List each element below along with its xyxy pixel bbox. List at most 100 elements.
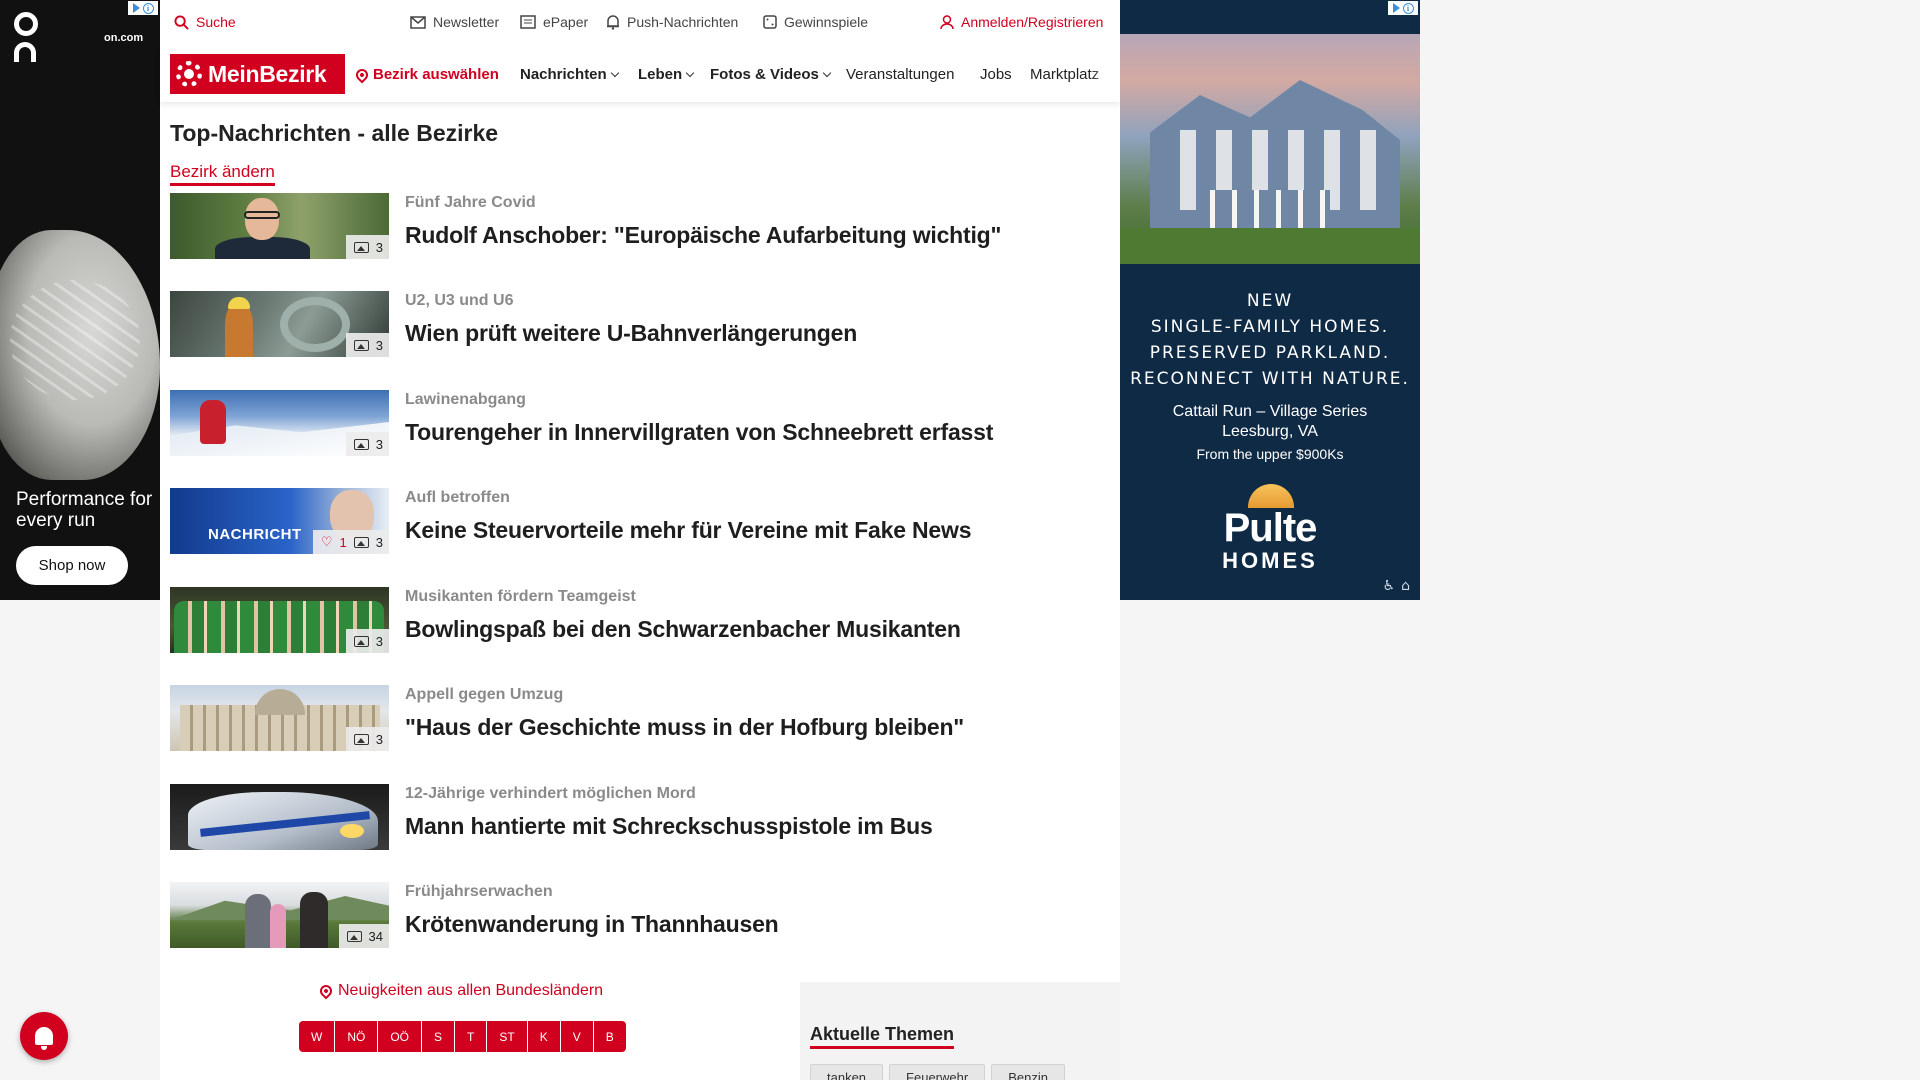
- article-headline[interactable]: Bowlingspaß bei den Schwarzenbacher Musi…: [405, 616, 961, 643]
- house-porch: [1210, 190, 1330, 230]
- photo-count-badge: 3: [345, 727, 389, 751]
- article-item[interactable]: 3 Fünf Jahre Covid Rudolf Anschober: "Eu…: [170, 193, 1100, 259]
- games-link[interactable]: Gewinnspiele: [763, 14, 868, 30]
- state-button-w[interactable]: W: [299, 1021, 336, 1052]
- ad-price: From the upper $900Ks: [1196, 446, 1344, 462]
- top-utility-bar: Suche Newsletter ePaper Push-Nachrichten…: [160, 0, 1120, 46]
- topic-tag[interactable]: tanken: [810, 1064, 884, 1080]
- nav-item-label: Jobs: [980, 66, 1012, 83]
- push-notifications-link[interactable]: Push-Nachrichten: [606, 14, 738, 30]
- article-item[interactable]: 12-Jährige verhindert möglichen Mord Man…: [170, 784, 1100, 850]
- state-button-st[interactable]: ST: [487, 1021, 528, 1052]
- newsletter-link[interactable]: Newsletter: [410, 14, 499, 30]
- search-link[interactable]: Suche: [174, 14, 236, 30]
- nav-item-label: Veranstaltungen: [846, 66, 955, 83]
- epaper-link[interactable]: ePaper: [520, 14, 588, 30]
- nav-item-jobs[interactable]: Jobs: [980, 66, 1012, 83]
- shop-now-button[interactable]: Shop now: [16, 546, 128, 585]
- brand-logo[interactable]: MeinBezirk: [170, 54, 345, 94]
- gallery-icon: [346, 930, 362, 942]
- current-topics-panel: Aktuelle Themen tanken Feuerwehr Benzin: [800, 982, 1120, 1080]
- notification-bell-button[interactable]: [20, 1012, 68, 1060]
- newspaper-icon: [520, 15, 536, 29]
- article-kicker: Frühjahrserwachen: [405, 883, 553, 900]
- article-kicker: 12-Jährige verhindert möglichen Mord: [405, 785, 696, 802]
- bell-icon: [607, 14, 619, 30]
- state-button-k[interactable]: K: [528, 1021, 561, 1052]
- gallery-icon: [353, 536, 369, 548]
- ad-choices-icon[interactable]: i: [1388, 1, 1418, 15]
- article-headline[interactable]: Wien prüft weitere U-Bahnverlängerungen: [405, 320, 857, 347]
- nav-item-veranstaltungen[interactable]: Veranstaltungen: [846, 66, 954, 83]
- nav-fade: [1090, 46, 1120, 102]
- nav-item-leben[interactable]: Leben: [638, 66, 695, 83]
- article-headline[interactable]: Rudolf Anschober: "Europäische Aufarbeit…: [405, 222, 1001, 249]
- newsletter-label: Newsletter: [433, 14, 500, 30]
- gallery-icon: [353, 438, 369, 450]
- article-item[interactable]: 3 Appell gegen Umzug "Haus der Geschicht…: [170, 685, 1100, 751]
- photo-count: 3: [375, 534, 383, 550]
- photo-count-badge: 3: [345, 235, 389, 259]
- article-thumbnail[interactable]: 3: [170, 587, 389, 653]
- ad-project-name: Cattail Run – Village Series: [1172, 403, 1368, 420]
- mail-icon: [410, 15, 426, 29]
- state-button-v[interactable]: V: [561, 1021, 594, 1052]
- epaper-label: ePaper: [543, 14, 589, 30]
- article-thumbnail[interactable]: 3: [170, 390, 389, 456]
- nav-item-label: Nachrichten: [520, 66, 607, 83]
- district-select-label: Bezirk auswählen: [373, 66, 499, 83]
- district-select[interactable]: Bezirk auswählen: [353, 66, 499, 83]
- games-label: Gewinnspiele: [784, 14, 869, 30]
- article-headline[interactable]: Mann hantierte mit Schreckschusspistole …: [405, 813, 933, 840]
- article-headline[interactable]: Krötenwanderung in Thannhausen: [405, 911, 779, 938]
- article-kicker: Fünf Jahre Covid: [405, 194, 536, 211]
- article-thumbnail[interactable]: 3: [170, 193, 389, 259]
- article-thumbnail[interactable]: [170, 784, 389, 850]
- nav-item-fotos-videos[interactable]: Fotos & Videos: [710, 66, 832, 83]
- state-button-t[interactable]: T: [455, 1021, 488, 1052]
- article-thumbnail[interactable]: 3: [170, 685, 389, 751]
- ad-copy-line: PRESERVED PARKLAND.: [1149, 343, 1391, 363]
- left-ad-banner[interactable]: on.com i Performance for every run Shop …: [0, 0, 160, 600]
- login-link[interactable]: Anmelden/Registrieren: [940, 14, 1103, 30]
- nav-item-nachrichten[interactable]: Nachrichten: [520, 66, 619, 83]
- photo-count: 3: [375, 731, 383, 747]
- right-ad-banner[interactable]: i NEW SINGLE-FAMILY HOMES. PRESERVED PAR…: [1120, 0, 1420, 600]
- all-states-news-link[interactable]: Neuigkeiten aus allen Bundesländern: [317, 982, 603, 1000]
- state-button-b[interactable]: B: [594, 1021, 626, 1052]
- article-headline[interactable]: "Haus der Geschichte muss in der Hofburg…: [405, 714, 964, 741]
- photo-count-badge: 3: [345, 432, 389, 456]
- article-item[interactable]: 34 Frühjahrserwachen Krötenwanderung in …: [170, 882, 1100, 948]
- topic-tag[interactable]: Benzin: [991, 1064, 1065, 1080]
- photo-count-badge: 3: [345, 333, 389, 357]
- article-headline[interactable]: Keine Steuervorteile mehr für Vereine mi…: [405, 517, 972, 544]
- ad-copy-line: NEW: [1246, 291, 1294, 311]
- topic-tag[interactable]: Feuerwehr: [889, 1064, 986, 1080]
- article-item[interactable]: 3 Lawinenabgang Tourengeher in Innervill…: [170, 390, 1100, 456]
- nav-item-marktplatz[interactable]: Marktplatz: [1030, 66, 1099, 83]
- chevron-down-icon: [822, 68, 832, 77]
- push-label: Push-Nachrichten: [627, 14, 739, 30]
- ad-copy-line: SINGLE-FAMILY HOMES.: [1150, 317, 1390, 337]
- photo-count-badge: 34: [338, 924, 389, 948]
- photo-count-badge: ♡ 1 3: [312, 530, 389, 554]
- article-thumbnail[interactable]: 34: [170, 882, 389, 948]
- article-kicker: Lawinenabgang: [405, 391, 526, 408]
- state-button-s[interactable]: S: [422, 1021, 456, 1052]
- photo-count: 3: [375, 436, 383, 452]
- article-item[interactable]: NACHRICHT ♡ 1 3 Aufl betroffen Keine Steue…: [170, 488, 1100, 554]
- article-headline[interactable]: Tourengeher in Innervillgraten von Schne…: [405, 419, 993, 446]
- brand-name: MeinBezirk: [208, 60, 327, 87]
- photo-count: 3: [375, 239, 383, 255]
- article-thumbnail[interactable]: NACHRICHT ♡ 1 3: [170, 488, 389, 554]
- state-button-noe[interactable]: NÖ: [335, 1021, 379, 1052]
- ad-choices-icon[interactable]: i: [128, 1, 158, 15]
- article-item[interactable]: 3 U2, U3 und U6 Wien prüft weitere U-Bah…: [170, 291, 1100, 357]
- change-district-link[interactable]: Bezirk ändern: [170, 162, 275, 186]
- state-button-ooe[interactable]: OÖ: [378, 1021, 422, 1052]
- chevron-down-icon: [610, 68, 619, 77]
- bell-icon: [35, 1027, 53, 1050]
- photo-count: 3: [375, 633, 383, 649]
- article-item[interactable]: 3 Musikanten fördern Teamgeist Bowlingsp…: [170, 587, 1100, 653]
- article-thumbnail[interactable]: 3: [170, 291, 389, 357]
